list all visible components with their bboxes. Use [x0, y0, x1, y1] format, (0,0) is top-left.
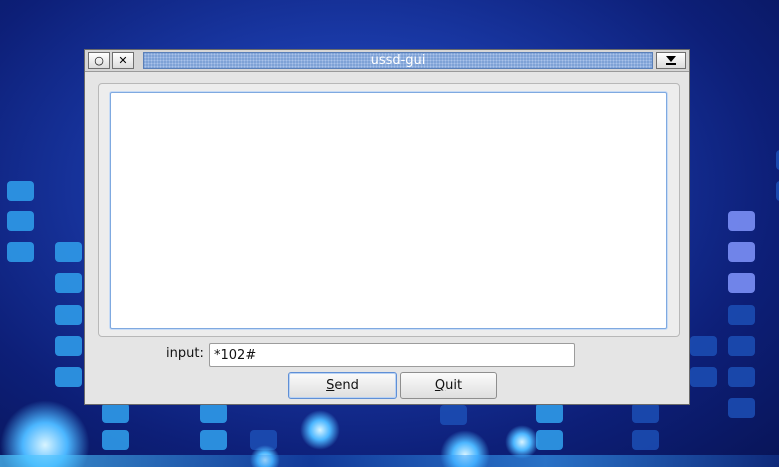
ussd-input-field[interactable]: [209, 343, 575, 367]
wallpaper-tile: [632, 403, 659, 423]
wallpaper-light-streak: [0, 455, 779, 467]
wallpaper-tile: [728, 398, 755, 418]
wallpaper-tile: [55, 273, 82, 293]
wallpaper-glow: [300, 410, 340, 450]
send-button-label: end: [334, 378, 359, 393]
wallpaper-tile: [55, 242, 82, 262]
window-menu-button[interactable]: [656, 52, 686, 69]
wallpaper-tile: [536, 430, 563, 450]
wallpaper-glow: [505, 425, 539, 459]
wallpaper-tile: [728, 242, 755, 262]
window-title: ussd-gui: [370, 53, 426, 68]
wallpaper-tile: [632, 430, 659, 450]
ussd-gui-window: ○ ✕ ussd-gui input: Send Quit: [84, 49, 690, 405]
wallpaper-tile: [7, 211, 34, 231]
wallpaper-tile: [728, 273, 755, 293]
window-titlebar[interactable]: ○ ✕ ussd-gui: [85, 50, 689, 72]
quit-button-mnemonic: Q: [434, 378, 446, 393]
wallpaper-tile: [55, 305, 82, 325]
window-minimize-button[interactable]: ○: [88, 52, 110, 69]
send-button[interactable]: Send: [288, 372, 397, 399]
window-close-button[interactable]: ✕: [112, 52, 134, 69]
send-button-mnemonic: S: [326, 378, 335, 393]
wallpaper-tile: [440, 405, 467, 425]
wallpaper-tile: [7, 181, 34, 201]
wallpaper-tile: [728, 336, 755, 356]
wallpaper-tile: [200, 430, 227, 450]
input-label: input:: [166, 346, 204, 361]
wallpaper-tile: [728, 305, 755, 325]
output-text-area[interactable]: [110, 92, 667, 329]
window-title-strip: ussd-gui: [143, 52, 653, 69]
quit-button[interactable]: Quit: [400, 372, 497, 399]
quit-button-label: uit: [445, 378, 463, 393]
wallpaper-tile: [102, 403, 129, 423]
wallpaper-tile: [728, 367, 755, 387]
wallpaper-tile: [728, 211, 755, 231]
close-icon: ✕: [118, 54, 128, 67]
wallpaper-tile: [55, 367, 82, 387]
wallpaper-tile: [7, 242, 34, 262]
wallpaper-tile: [690, 367, 717, 387]
wallpaper-tile: [102, 430, 129, 450]
wallpaper-tile: [536, 403, 563, 423]
wallpaper-tile: [200, 403, 227, 423]
circle-icon: ○: [94, 54, 104, 67]
wallpaper-tile: [690, 336, 717, 356]
wallpaper-tile: [55, 336, 82, 356]
dropdown-arrow-icon: [666, 56, 676, 65]
